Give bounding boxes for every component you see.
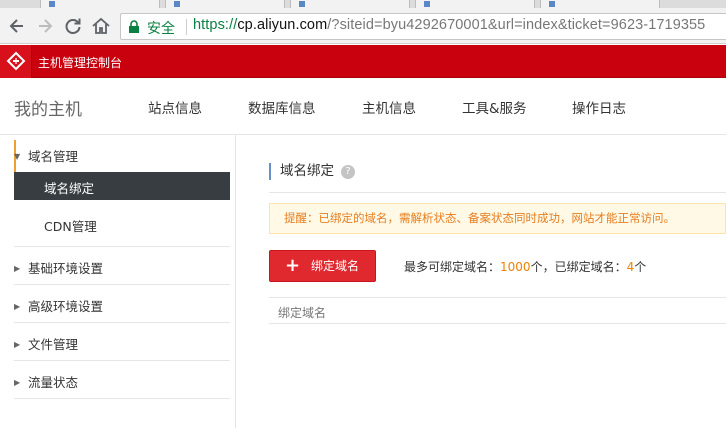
quota-bound-unit: 个	[634, 260, 647, 274]
favicon-icon	[174, 1, 180, 7]
sidebar-item-cdn-management[interactable]: CDN管理	[14, 216, 230, 235]
sidebar-group-label: 基础环境设置	[27, 261, 103, 276]
address-bar[interactable]: 安全 https://cp.aliyun.com/?siteid=byu4292…	[120, 13, 726, 40]
quota-max-value: 1000	[500, 260, 531, 274]
caret-right-icon: ▶	[14, 264, 21, 273]
help-icon[interactable]: ?	[341, 165, 355, 179]
url-host: cp.aliyun.com	[237, 17, 328, 33]
sidebar-group-label: 高级环境设置	[27, 299, 103, 314]
table-header-bound-domain: 绑定域名	[278, 306, 327, 320]
sidebar-group-file-management[interactable]: ▶ 文件管理	[14, 334, 230, 353]
sidebar-group-traffic-status[interactable]: ▶ 流量状态	[14, 372, 230, 391]
notice-banner: 提醒：已绑定的域名，需解析状态、备案状态同时成功，网站才能正常访问。	[269, 203, 726, 234]
url-text[interactable]: https://cp.aliyun.com/?siteid=byu4292670…	[193, 17, 705, 33]
browser-toolbar: 安全 https://cp.aliyun.com/?siteid=byu4292…	[0, 8, 726, 44]
section-divider	[269, 192, 726, 193]
url-path: /?siteid=byu4292670001&url=index&ticket=…	[327, 17, 706, 33]
sidebar-group-label: 域名管理	[27, 149, 78, 164]
favicon-icon	[299, 1, 305, 7]
sidebar-divider	[14, 360, 230, 361]
address-separator	[186, 19, 187, 35]
secure-label: 安全	[147, 21, 175, 37]
browser-tab[interactable]	[40, 0, 160, 8]
page-title: 我的主机	[14, 100, 82, 120]
caret-down-icon: ▼	[14, 152, 21, 161]
caret-right-icon: ▶	[14, 340, 21, 349]
sidebar-group-label: 流量状态	[27, 375, 78, 390]
bind-domain-button[interactable]: + 绑定域名	[269, 250, 376, 282]
domain-quota: 最多可绑定域名：1000个，已绑定域名：4个	[404, 258, 646, 275]
caret-right-icon: ▶	[14, 302, 21, 311]
sidebar-group-label: 文件管理	[27, 337, 78, 352]
tab-tools-services[interactable]: 工具&服务	[462, 97, 527, 117]
forward-arrow-icon[interactable]	[34, 15, 56, 37]
favicon-icon	[49, 1, 55, 7]
browser-tab-strip	[0, 0, 726, 8]
aliyun-logo-icon[interactable]	[0, 45, 32, 78]
back-arrow-icon[interactable]	[6, 15, 28, 37]
browser-tab[interactable]	[290, 0, 410, 8]
favicon-icon	[424, 1, 430, 7]
url-scheme: https://	[193, 17, 238, 33]
tab-database-info[interactable]: 数据库信息	[248, 97, 316, 117]
browser-tab[interactable]	[415, 0, 535, 8]
tab-site-info[interactable]: 站点信息	[148, 97, 202, 117]
table-header-border	[269, 323, 726, 324]
sidebar-divider	[14, 322, 230, 323]
console-title: 主机管理控制台	[38, 56, 123, 70]
sidebar-group-advanced-env[interactable]: ▶ 高级环境设置	[14, 296, 230, 315]
page-header: 我的主机 站点信息 数据库信息 主机信息 工具&服务 操作日志	[0, 78, 726, 135]
caret-right-icon: ▶	[14, 378, 21, 387]
table-top-border	[269, 297, 726, 298]
sidebar: ▼ 域名管理 域名绑定 CDN管理 ▶ 基础环境设置 ▶ 高级环境设置 ▶ 文件…	[0, 135, 236, 428]
tab-operation-log[interactable]: 操作日志	[572, 97, 626, 117]
main-content: 域名绑定 ? 提醒：已绑定的域名，需解析状态、备案状态同时成功，网站才能正常访问…	[236, 135, 726, 428]
plus-icon: +	[285, 255, 301, 276]
favicon-icon	[549, 1, 555, 7]
quota-max-unit: 个，已绑定域名：	[530, 260, 627, 274]
home-icon[interactable]	[90, 15, 112, 37]
bind-domain-button-label: 绑定域名	[311, 259, 360, 273]
sidebar-item-label: CDN管理	[44, 219, 97, 234]
browser-tab[interactable]	[165, 0, 285, 8]
sidebar-divider	[14, 284, 230, 285]
console-topbar: 主机管理控制台	[0, 45, 726, 78]
reload-icon[interactable]	[62, 15, 84, 37]
sidebar-item-label: 域名绑定	[44, 181, 95, 196]
sidebar-divider	[14, 398, 230, 399]
sidebar-item-domain-binding[interactable]: 域名绑定	[14, 172, 230, 200]
section-title: 域名绑定	[269, 163, 334, 180]
browser-tab[interactable]	[540, 0, 660, 8]
quota-max-prefix: 最多可绑定域名：	[404, 260, 501, 274]
sidebar-group-basic-env[interactable]: ▶ 基础环境设置	[14, 258, 230, 277]
sidebar-divider	[14, 246, 230, 247]
sidebar-group-domain-management[interactable]: ▼ 域名管理	[14, 146, 230, 165]
lock-icon	[129, 20, 139, 33]
tab-host-info[interactable]: 主机信息	[362, 97, 416, 117]
